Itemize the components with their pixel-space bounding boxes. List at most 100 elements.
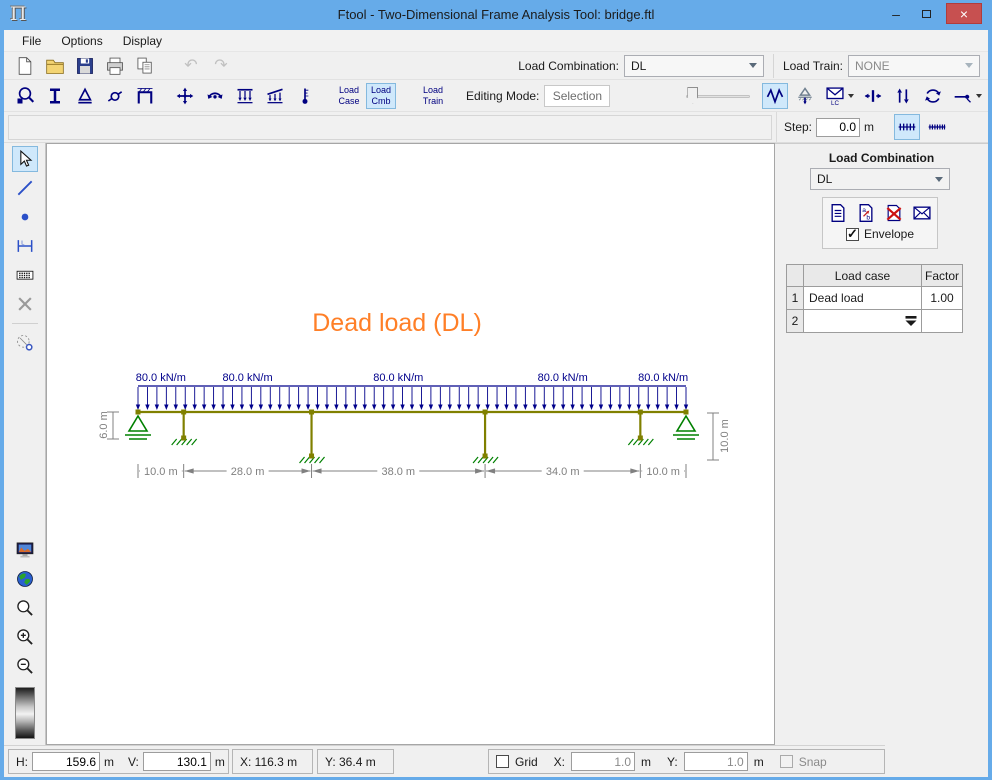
envelope-label: Envelope <box>864 227 914 241</box>
toolbar-divider <box>773 54 774 78</box>
redo-icon[interactable]: ↷ <box>208 53 234 79</box>
rename-combination-icon[interactable] <box>853 201 879 225</box>
grid-y-input[interactable] <box>684 752 748 771</box>
view-tool-group <box>12 537 38 679</box>
combination-select[interactable]: DL <box>810 168 950 190</box>
envelope-lc-icon[interactable] <box>822 83 856 109</box>
snap-checkbox[interactable] <box>780 755 793 768</box>
load-train-select[interactable]: NONE <box>848 55 980 77</box>
zoom-in-tool[interactable] <box>12 624 38 650</box>
result-scale-slider[interactable] <box>686 86 750 106</box>
menu-display[interactable]: Display <box>113 31 172 51</box>
fit-world-tool[interactable] <box>12 566 38 592</box>
load-value-label: 80.0 kN/m <box>223 372 273 384</box>
maximize-button[interactable] <box>912 3 940 24</box>
row-number: 2 <box>787 310 804 333</box>
view-icon-group <box>860 83 984 109</box>
span-dimension-label: 10.0 m <box>646 466 680 478</box>
slider-thumb[interactable] <box>687 87 698 104</box>
grid-y-label: Y: <box>667 755 678 769</box>
zoom-window-tool[interactable] <box>12 595 38 621</box>
file-toolbar: ↶↷ Load Combination: DL Load Train: NONE <box>4 52 988 80</box>
grid-x-input[interactable] <box>571 752 635 771</box>
open-file-icon[interactable] <box>42 53 68 79</box>
dimension-lines: 10.0 m28.0 m38.0 m34.0 m10.0 m <box>138 464 686 478</box>
minimize-button[interactable]: – <box>882 3 910 24</box>
uniform-load-icon[interactable] <box>232 83 258 109</box>
h-input[interactable] <box>32 752 100 771</box>
span-dimension-label: 10.0 m <box>144 466 178 478</box>
panel-title: Load Combination <box>775 151 988 165</box>
model-canvas[interactable]: Dead load (DL)80.0 kN/m80.0 kN/m80.0 kN/… <box>46 143 775 745</box>
diagram-display-icon[interactable] <box>762 83 788 109</box>
load-value-label: 80.0 kN/m <box>136 372 186 384</box>
left-height-dimension: 6.0 m <box>98 411 119 439</box>
load-combination-select[interactable]: DL <box>624 55 764 77</box>
pin-support <box>673 416 699 439</box>
support-conditions-icon[interactable] <box>72 83 98 109</box>
undo-icon[interactable]: ↶ <box>178 53 204 79</box>
app-area: File Options Display ↶↷ Load Combination… <box>4 30 988 777</box>
menu-bar: File Options Display <box>4 30 988 52</box>
menu-options[interactable]: Options <box>51 31 112 51</box>
insert-node-tool[interactable] <box>12 204 38 230</box>
selection-tool[interactable] <box>12 146 38 172</box>
rotate-icon[interactable] <box>920 83 946 109</box>
member-orientation-icon[interactable] <box>950 83 984 109</box>
load-case-cell[interactable]: Dead load <box>804 287 922 310</box>
structure-diagram: Dead load (DL)80.0 kN/m80.0 kN/m80.0 kN/… <box>47 144 774 744</box>
stretch-horizontal-icon[interactable] <box>860 83 886 109</box>
node-inspect-icon[interactable] <box>12 83 38 109</box>
new-combination-icon[interactable] <box>825 201 851 225</box>
new-file-icon[interactable] <box>12 53 38 79</box>
chevron-down-icon <box>935 177 943 182</box>
snap-transform-tool[interactable] <box>12 330 38 356</box>
factor-cell[interactable] <box>922 310 963 333</box>
distributed-load: 80.0 kN/m80.0 kN/m80.0 kN/m80.0 kN/m80.0… <box>136 372 688 410</box>
nodes[interactable] <box>136 410 689 459</box>
grid-checkbox[interactable] <box>496 755 509 768</box>
nodal-force-icon[interactable] <box>172 83 198 109</box>
beam-members[interactable] <box>138 412 686 456</box>
copy-icon[interactable] <box>132 53 158 79</box>
linear-load-icon[interactable] <box>262 83 288 109</box>
color-scale-bar[interactable] <box>15 687 35 739</box>
title-bar[interactable]: Π Ftool - Two-Dimensional Frame Analysis… <box>0 0 992 30</box>
envelope-checkbox[interactable] <box>846 228 859 241</box>
delete-tool[interactable] <box>12 291 38 317</box>
step-dimension-fine-icon[interactable] <box>924 114 950 140</box>
print-icon[interactable] <box>102 53 128 79</box>
chevron-down-icon <box>965 63 973 68</box>
display-options-tool[interactable] <box>12 537 38 563</box>
hinge-icon[interactable] <box>102 83 128 109</box>
snap-label: Snap <box>799 755 827 769</box>
keyboard-entry-tool[interactable] <box>12 262 38 288</box>
insert-member-tool[interactable] <box>12 175 38 201</box>
step-dimension-icon[interactable] <box>894 114 920 140</box>
temperature-load-icon[interactable] <box>292 83 318 109</box>
dropdown-arrow-icon[interactable] <box>904 315 918 327</box>
load-combination-button[interactable]: Load Cmb <box>366 83 396 109</box>
frame-properties-icon[interactable] <box>132 83 158 109</box>
stretch-vertical-icon[interactable] <box>890 83 916 109</box>
zoom-out-tool[interactable] <box>12 653 38 679</box>
envelope-mail-icon[interactable] <box>909 201 935 225</box>
factor-cell[interactable]: 1.00 <box>922 287 963 310</box>
v-input[interactable] <box>143 752 211 771</box>
delete-combination-icon[interactable] <box>881 201 907 225</box>
load-case-cell[interactable] <box>804 310 922 333</box>
step-label: Step: <box>784 120 812 134</box>
reactions-display-icon[interactable] <box>792 83 818 109</box>
save-file-icon[interactable] <box>72 53 98 79</box>
section-properties-icon[interactable] <box>42 83 68 109</box>
step-input[interactable] <box>816 118 860 137</box>
load-case-button[interactable]: Load Case <box>334 83 364 109</box>
model-toolbar: Load Case Load Cmb Load Train Editing Mo… <box>4 80 988 112</box>
close-button[interactable]: × <box>946 3 982 24</box>
load-train-button[interactable]: Load Train <box>418 83 448 109</box>
load-case-header: Load case <box>804 265 922 287</box>
moment-load-icon[interactable] <box>202 83 228 109</box>
dimension-tool[interactable] <box>12 233 38 259</box>
menu-file[interactable]: File <box>12 31 51 51</box>
grid-label: Grid <box>515 755 538 769</box>
